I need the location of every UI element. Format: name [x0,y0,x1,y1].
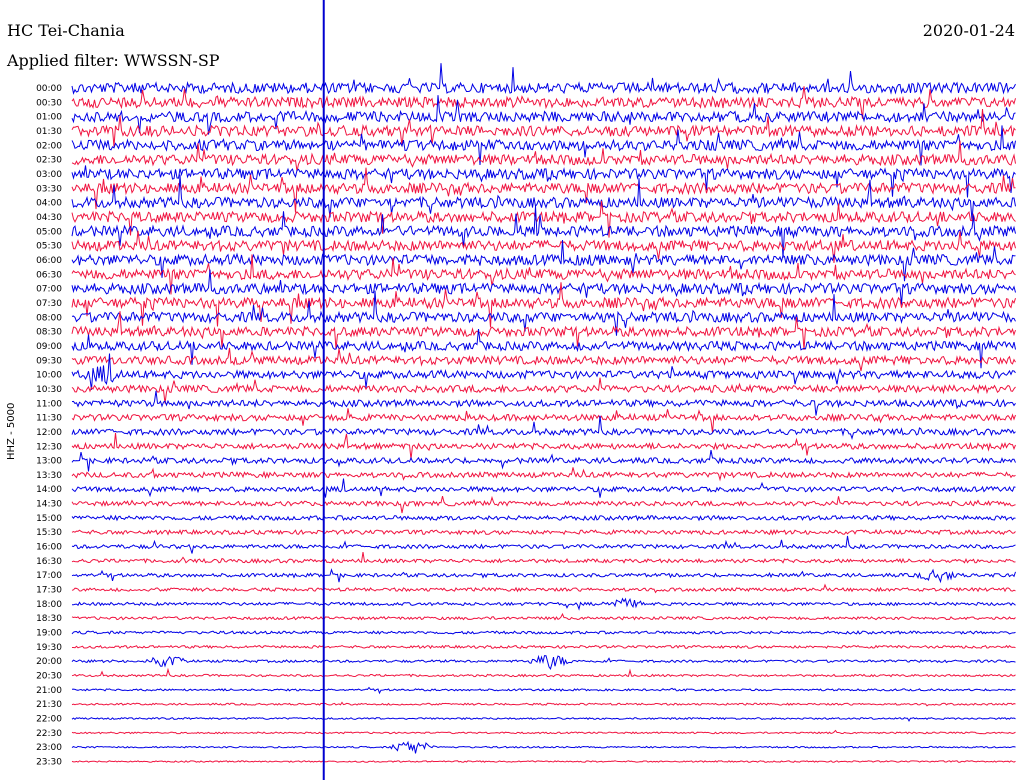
y-tick-label: 15:30 [36,528,62,538]
trace-row-0000 [71,63,1016,95]
y-tick-label: 01:30 [36,127,62,137]
trace-row-0800 [71,290,1016,336]
y-tick-label: 21:00 [36,686,62,696]
y-tick-label: 04:30 [36,213,62,223]
trace-row-2100 [71,686,1016,695]
trace-row-2330 [71,760,1016,763]
trace-row-1230 [71,432,1016,460]
y-tick-label: 14:00 [36,485,62,495]
y-tick-label: 06:30 [36,270,62,280]
y-tick-label: 05:30 [36,242,62,252]
trace-row-1130 [71,408,1016,433]
y-tick-label: 19:30 [36,643,62,653]
y-tick-label: 09:00 [36,342,62,352]
y-tick-label: 03:00 [36,170,62,180]
trace-row-1330 [71,467,1016,482]
y-tick-label: 18:30 [36,614,62,624]
y-tick-label: 15:00 [36,514,62,524]
y-tick-label: 23:00 [36,743,62,753]
y-tick-label: 22:00 [36,715,62,725]
y-tick-label: 12:30 [36,442,62,452]
y-tick-label: 09:30 [36,356,62,366]
y-tick-label: 16:30 [36,557,62,567]
y-tick-label: 11:30 [36,414,62,424]
trace-row-2300 [71,740,1016,754]
trace-row-1500 [71,514,1016,522]
y-tick-label: 14:30 [36,500,62,510]
trace-row-1830 [71,612,1016,621]
trace-row-1030 [71,377,1016,404]
trace-row-2230 [71,729,1016,735]
trace-row-1730 [71,583,1016,594]
y-tick-label: 03:30 [36,184,62,194]
trace-row-1930 [72,644,1016,650]
y-tick-label: 19:00 [36,629,62,639]
y-tick-label: 21:30 [36,700,62,710]
y-tick-label: 16:00 [36,543,62,553]
trace-row-1430 [71,495,1016,514]
trace-row-1600 [71,535,1016,554]
y-tick-label: 08:00 [36,313,62,323]
y-tick-label: 17:00 [36,571,62,581]
y-tick-label: 22:30 [36,729,62,739]
y-tick-label: 12:00 [36,428,62,438]
trace-row-1700 [71,568,1016,584]
y-tick-label: 10:30 [36,385,62,395]
y-tick-label: 07:00 [36,285,62,295]
trace-row-1530 [71,528,1016,536]
trace-row-2200 [71,717,1016,722]
y-tick-label: 23:30 [36,758,62,768]
y-tick-label: 00:30 [36,98,62,108]
trace-row-0100 [71,95,1016,135]
y-tick-label: 17:30 [36,586,62,596]
y-tick-label: 10:00 [36,371,62,381]
y-tick-label: 11:00 [36,399,62,409]
trace-row-2030 [71,667,1016,678]
y-tick-label: 01:00 [36,113,62,123]
tick-label-layer: 00:00 00:30 01:00 01:30 02:00 02:30 03:00 03:30… [36,84,62,768]
trace-row-1000 [71,353,1016,390]
y-tick-label: 00:00 [36,84,62,94]
y-tick-label: 13:30 [36,471,62,481]
trace-row-1100 [71,390,1016,416]
y-tick-label: 20:00 [36,657,62,667]
y-tick-label: 18:00 [36,600,62,610]
seismogram-chart: 00:00 00:30 01:00 01:30 02:00 02:30 03:00 03:30… [36,0,1016,780]
trace-row-1630 [71,552,1016,564]
y-tick-label: 02:30 [36,156,62,166]
trace-row-1300 [71,450,1016,472]
y-tick-label: 04:00 [36,199,62,209]
y-tick-label: 02:00 [36,141,62,151]
y-tick-label: 07:30 [36,299,62,309]
y-tick-label: 06:00 [36,256,62,266]
trace-row-0930 [71,347,1016,372]
trace-row-1400 [71,478,1016,498]
y-tick-label: 20:30 [36,672,62,682]
trace-row-1900 [71,630,1016,635]
y-tick-label: 08:30 [36,328,62,338]
trace-row-2130 [71,701,1016,707]
trace-row-1800 [72,597,1016,611]
trace-layer [71,63,1016,763]
trace-row-2000 [71,654,1016,671]
y-tick-label: 05:00 [36,227,62,237]
y-tick-label: 13:00 [36,457,62,467]
